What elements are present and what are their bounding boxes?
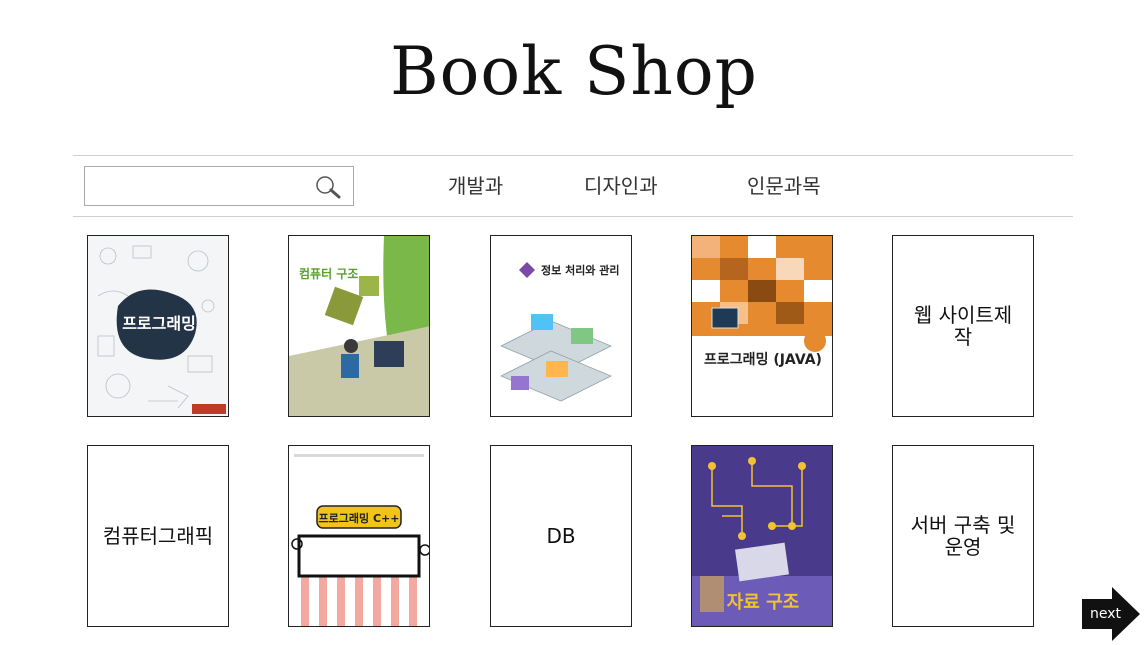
search-box	[84, 166, 354, 206]
book-programming[interactable]: 프로그래밍	[87, 235, 229, 417]
book-cover-java-programming: 프로그래밍 (JAVA)	[692, 236, 832, 416]
book-label: DB	[546, 524, 576, 548]
book-cover-title: 프로그래밍 (JAVA)	[704, 351, 822, 368]
nav-item-humanities[interactable]: 인문과목	[747, 170, 821, 199]
book-cpp-programming[interactable]: 프로그래밍 C++	[288, 445, 430, 627]
book-website-production[interactable]: 웹 사이트제작	[892, 235, 1034, 417]
book-cover-title: 정보 처리와 관리	[541, 263, 620, 277]
book-cover-title: 프로그래밍 C++	[319, 511, 400, 525]
nav-item-development[interactable]: 개발과	[448, 170, 503, 199]
nav-item-design[interactable]: 디자인과	[584, 170, 658, 199]
book-cover-cpp-programming: 프로그래밍 C++	[289, 446, 429, 626]
next-label: next	[1090, 606, 1122, 622]
nav-divider-top	[73, 155, 1073, 156]
book-cover-computer-architecture: 컴퓨터 구조	[289, 236, 429, 416]
book-cover-data-structures: 자료 구조	[692, 446, 832, 626]
book-db[interactable]: DB	[490, 445, 632, 627]
book-computer-graphics[interactable]: 컴퓨터그래픽	[87, 445, 229, 627]
book-cover-title: 컴퓨터 구조	[299, 266, 358, 281]
book-data-structures[interactable]: 자료 구조	[691, 445, 833, 627]
book-label: 웹 사이트제작	[913, 303, 1013, 349]
search-icon[interactable]	[313, 173, 343, 201]
book-label: 서버 구축 및 운영	[910, 513, 1016, 559]
book-computer-architecture[interactable]: 컴퓨터 구조	[288, 235, 430, 417]
book-cover-information-processing: 정보 처리와 관리	[491, 236, 631, 416]
nav-divider-bottom	[73, 216, 1073, 217]
page-title: Book Shop	[390, 33, 758, 110]
search-input[interactable]	[91, 173, 315, 201]
next-button[interactable]: next	[1082, 587, 1140, 641]
book-cover-programming: 프로그래밍	[88, 236, 228, 416]
book-label: 컴퓨터그래픽	[102, 524, 214, 548]
book-cover-title: 프로그래밍	[122, 314, 196, 333]
book-information-processing[interactable]: 정보 처리와 관리	[490, 235, 632, 417]
book-java-programming[interactable]: 프로그래밍 (JAVA)	[691, 235, 833, 417]
book-cover-title: 자료 구조	[727, 592, 800, 613]
book-server-operation[interactable]: 서버 구축 및 운영	[892, 445, 1034, 627]
